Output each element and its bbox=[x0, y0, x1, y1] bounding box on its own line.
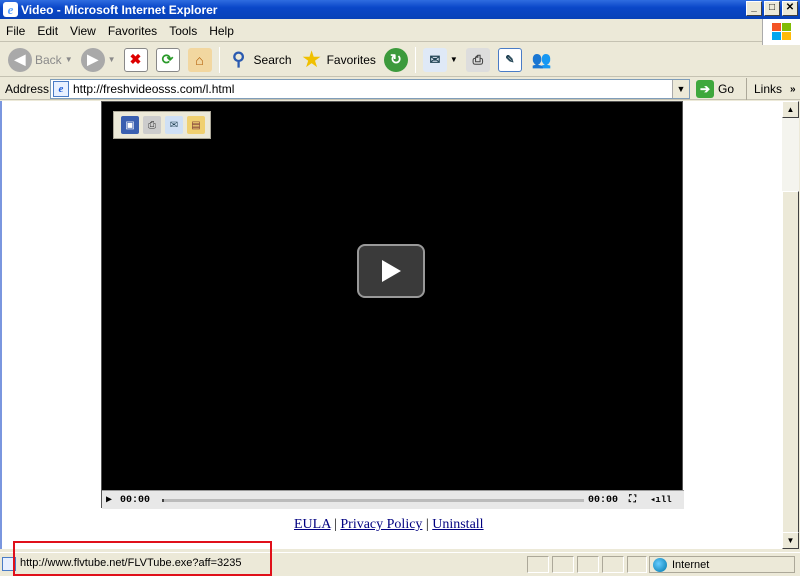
messenger-icon: 👥 bbox=[531, 51, 552, 69]
stop-button[interactable]: ✖ bbox=[120, 46, 152, 74]
go-label: Go bbox=[718, 82, 735, 96]
edit-button[interactable]: ✎ bbox=[494, 46, 526, 74]
address-bar: Address e http://freshvideosss.com/l.htm… bbox=[0, 78, 800, 100]
windows-logo-icon bbox=[762, 19, 800, 45]
history-button[interactable]: ↻ bbox=[380, 46, 412, 74]
back-label: Back bbox=[35, 52, 62, 67]
print-icon[interactable]: ⎙ bbox=[143, 116, 161, 134]
status-panel bbox=[527, 556, 549, 573]
address-url[interactable]: http://freshvideosss.com/l.html bbox=[73, 82, 234, 96]
mail-dropdown-icon[interactable]: ▼ bbox=[450, 55, 458, 64]
scroll-thumb[interactable] bbox=[782, 191, 799, 536]
status-panel bbox=[577, 556, 599, 573]
link-separator: | bbox=[334, 517, 337, 532]
history-icon: ↻ bbox=[383, 47, 408, 72]
forward-arrow-icon: ▶ bbox=[80, 47, 105, 72]
toolbar-divider bbox=[218, 46, 220, 73]
image-toolbar: ▣ ⎙ ✉ ▤ bbox=[113, 111, 211, 139]
edit-page-icon: ✎ bbox=[497, 47, 522, 72]
scroll-down-icon[interactable]: ▼ bbox=[782, 532, 799, 549]
links-toolbar[interactable]: Links » bbox=[746, 78, 796, 100]
eula-link[interactable]: EULA bbox=[294, 517, 331, 532]
favorites-label: Favorites bbox=[326, 52, 376, 67]
menu-help[interactable]: Help bbox=[203, 24, 240, 38]
uninstall-link[interactable]: Uninstall bbox=[432, 517, 483, 532]
save-icon[interactable]: ▣ bbox=[121, 116, 139, 134]
privacy-policy-link[interactable]: Privacy Policy bbox=[340, 517, 422, 532]
page-icon: e bbox=[53, 81, 69, 97]
folder-icon[interactable]: ▤ bbox=[187, 116, 205, 134]
scroll-up-icon[interactable]: ▲ bbox=[782, 101, 799, 118]
address-dropdown-icon[interactable]: ▼ bbox=[672, 80, 689, 98]
back-dropdown-icon[interactable]: ▼ bbox=[65, 55, 73, 64]
fullscreen-icon[interactable]: ⛶ bbox=[629, 494, 636, 506]
seek-bar[interactable] bbox=[162, 499, 584, 502]
ie-icon: e bbox=[3, 2, 18, 17]
refresh-icon: ⟳ bbox=[155, 47, 180, 72]
close-button[interactable]: ✕ bbox=[782, 1, 798, 16]
time-total: 00:00 bbox=[588, 494, 619, 506]
go-arrow-icon: ➔ bbox=[696, 80, 714, 98]
favorites-button[interactable]: ★ Favorites bbox=[296, 46, 380, 74]
status-panel bbox=[602, 556, 624, 573]
search-icon: ⚲ bbox=[231, 49, 246, 69]
messenger-button[interactable]: 👥 bbox=[526, 46, 558, 74]
highlight-box bbox=[13, 541, 272, 576]
security-zone: Internet bbox=[649, 556, 795, 573]
video-player[interactable]: ▣ ⎙ ✉ ▤ ▶ 00:00 00:00 ⛶ ◂ıll bbox=[101, 101, 684, 509]
standard-toolbar: ◀ Back ▼ ▶ ▼ ✖ ⟳ ⌂ ⚲ Search ★ Favorites … bbox=[0, 43, 800, 77]
menu-file[interactable]: File bbox=[0, 24, 31, 38]
menu-bar: File Edit View Favorites Tools Help bbox=[0, 20, 800, 42]
time-elapsed: 00:00 bbox=[120, 494, 151, 506]
mail-icon: ✉ bbox=[422, 47, 447, 72]
minimize-button[interactable]: _ bbox=[746, 1, 762, 16]
menu-favorites[interactable]: Favorites bbox=[102, 24, 163, 38]
maximize-button[interactable]: □ bbox=[764, 1, 780, 16]
globe-icon bbox=[653, 557, 667, 572]
zone-label: Internet bbox=[672, 558, 710, 571]
star-icon: ★ bbox=[302, 49, 321, 71]
links-label: Links bbox=[754, 82, 783, 96]
refresh-button[interactable]: ⟳ bbox=[152, 46, 184, 74]
stop-icon: ✖ bbox=[123, 47, 148, 72]
back-button[interactable]: ◀ Back ▼ bbox=[4, 46, 77, 74]
volume-icon[interactable]: ◂ıll bbox=[650, 495, 672, 505]
menu-tools[interactable]: Tools bbox=[163, 24, 203, 38]
address-input[interactable]: e http://freshvideosss.com/l.html ▼ bbox=[50, 79, 690, 99]
toolbar-divider bbox=[414, 46, 416, 73]
window-title: Video - Microsoft Internet Explorer bbox=[21, 2, 218, 17]
menu-view[interactable]: View bbox=[64, 24, 102, 38]
status-panel bbox=[627, 556, 647, 573]
play-button[interactable] bbox=[357, 244, 425, 298]
search-button[interactable]: ⚲ Search bbox=[223, 46, 296, 74]
go-button[interactable]: ➔ Go bbox=[696, 80, 734, 98]
menu-edit[interactable]: Edit bbox=[31, 24, 64, 38]
vertical-scrollbar[interactable]: ▲ ▼ bbox=[782, 101, 799, 549]
printer-icon: ⎙ bbox=[465, 47, 490, 72]
home-icon: ⌂ bbox=[187, 47, 212, 72]
play-small-icon[interactable]: ▶ bbox=[102, 494, 116, 506]
search-label: Search bbox=[253, 52, 292, 67]
forward-dropdown-icon[interactable]: ▼ bbox=[108, 55, 116, 64]
page-content: ▣ ⎙ ✉ ▤ ▶ 00:00 00:00 ⛶ ◂ıll EULA | Priv… bbox=[0, 101, 782, 549]
forward-button[interactable]: ▶ ▼ bbox=[77, 46, 120, 74]
address-label: Address bbox=[5, 81, 50, 96]
player-controls: ▶ 00:00 00:00 ⛶ ◂ıll bbox=[102, 490, 684, 509]
mail-button[interactable]: ✉ ▼ bbox=[419, 46, 462, 74]
back-arrow-icon: ◀ bbox=[8, 47, 32, 72]
print-button[interactable]: ⎙ bbox=[462, 46, 494, 74]
link-separator: | bbox=[425, 517, 429, 532]
status-panel bbox=[552, 556, 574, 573]
chevron-right-icon[interactable]: » bbox=[790, 84, 796, 95]
play-icon bbox=[382, 260, 401, 282]
email-icon[interactable]: ✉ bbox=[165, 116, 183, 134]
home-button[interactable]: ⌂ bbox=[184, 46, 216, 74]
title-bar: e Video - Microsoft Internet Explorer _ … bbox=[0, 0, 800, 19]
footer-links: EULA | Privacy Policy | Uninstall bbox=[294, 517, 484, 533]
